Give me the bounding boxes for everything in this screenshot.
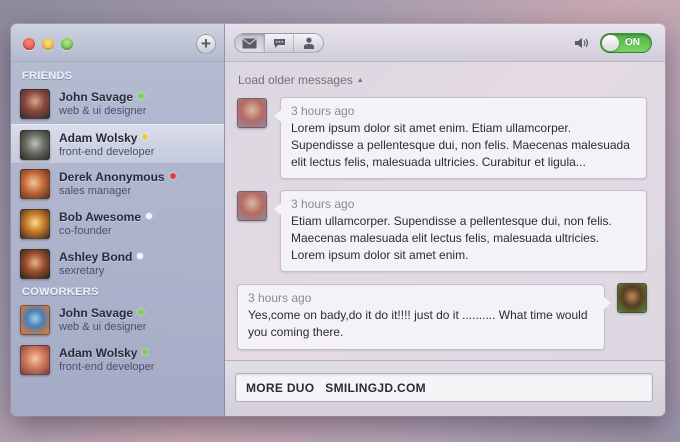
avatar [20, 130, 50, 160]
minimize-window-button[interactable] [42, 38, 54, 50]
contact-name: Ashley Bond [59, 250, 133, 264]
message-time: 3 hours ago [248, 291, 312, 305]
contact-name: Derek Anonymous [59, 170, 165, 184]
avatar [20, 249, 50, 279]
contact-name: John Savage [59, 306, 134, 320]
chat-toolbar: ON [225, 24, 665, 62]
chat-panel: ON Load older messages ▲ 3 hours ago Lore… [225, 24, 665, 416]
message-text: Etiam ullamcorper. Supendisse a pellente… [291, 214, 612, 262]
person-icon [303, 37, 314, 49]
message-bubble: 3 hours ago Yes,come on bady,do it do it… [237, 284, 611, 350]
section-header-friends: FRIENDS [22, 70, 73, 82]
message-bubble: 3 hours ago Lorem ipsum dolor sit amet e… [274, 97, 647, 179]
status-dot [142, 134, 149, 140]
contact-role: front-end developer [59, 361, 155, 373]
contact-item-selected[interactable]: Adam Wolsky front-end developer [11, 124, 224, 164]
sidebar-titlebar: + [11, 24, 224, 62]
plus-icon: + [201, 34, 211, 53]
status-dot [138, 309, 145, 315]
status-dot [138, 93, 145, 99]
tab-contacts[interactable] [294, 34, 323, 52]
message-avatar [617, 283, 647, 313]
bubble-arrow [604, 297, 611, 309]
status-dot [142, 349, 149, 355]
avatar [20, 345, 50, 375]
chat-bubble-icon [273, 38, 285, 48]
compose-bar: MORE DUO SMILINGJD.COM [225, 360, 665, 416]
view-switcher [234, 33, 324, 53]
contact-item[interactable]: Adam Wolsky front-end developer [11, 340, 224, 380]
contact-role: sales manager [59, 185, 132, 197]
contact-role: web & ui designer [59, 321, 147, 333]
status-dot [146, 213, 153, 219]
contacts-sidebar: + FRIENDS John Savage web & ui designer … [11, 24, 225, 416]
message-time: 3 hours ago [291, 197, 355, 211]
toggle-label: ON [625, 37, 640, 48]
bubble-arrow [274, 203, 281, 215]
tab-messages[interactable] [235, 34, 265, 52]
message-input[interactable]: MORE DUO SMILINGJD.COM [235, 373, 653, 402]
contact-item[interactable]: Derek Anonymous sales manager [11, 164, 224, 204]
section-header-coworkers: COWORKERS [22, 286, 99, 298]
status-dot [137, 253, 144, 259]
contact-item[interactable]: John Savage web & ui designer [11, 300, 224, 340]
contact-role: sexretary [59, 265, 105, 277]
zoom-window-button[interactable] [61, 38, 73, 50]
contact-name: Adam Wolsky [59, 346, 138, 360]
contact-item[interactable]: John Savage web & ui designer [11, 84, 224, 124]
tab-chat[interactable] [265, 34, 295, 52]
message-avatar [237, 191, 267, 221]
contact-role: front-end developer [59, 146, 155, 158]
load-older-label: Load older messages [238, 73, 353, 87]
contact-name: John Savage [59, 90, 134, 104]
avatar [20, 209, 50, 239]
message-avatar [237, 98, 267, 128]
caret-up-icon: ▲ [356, 77, 364, 84]
message-time: 3 hours ago [291, 104, 355, 118]
load-older-link[interactable]: Load older messages ▲ [238, 73, 364, 87]
speaker-icon[interactable] [574, 37, 590, 49]
toggle-knob [602, 35, 619, 51]
avatar [20, 89, 50, 119]
contact-item[interactable]: Ashley Bond sexretary [11, 244, 224, 284]
sound-toggle[interactable]: ON [600, 33, 652, 53]
message-text: Yes,come on bady,do it do it!!!! just do… [248, 308, 588, 339]
add-contact-button[interactable]: + [196, 34, 216, 54]
contact-name: Adam Wolsky [59, 131, 138, 145]
contact-name: Bob Awesome [59, 210, 142, 224]
avatar [20, 169, 50, 199]
contact-item[interactable]: Bob Awesome co-founder [11, 204, 224, 244]
avatar [20, 305, 50, 335]
bubble-arrow [274, 110, 281, 122]
contact-role: co-founder [59, 225, 112, 237]
status-dot [169, 173, 176, 179]
close-window-button[interactable] [23, 38, 35, 50]
envelope-icon [242, 38, 257, 48]
message-bubble: 3 hours ago Etiam ullamcorper. Supendiss… [274, 190, 647, 272]
message-text: Lorem ipsum dolor sit amet enim. Etiam u… [291, 121, 630, 169]
chat-window: + FRIENDS John Savage web & ui designer … [11, 24, 665, 416]
contact-role: web & ui designer [59, 105, 147, 117]
